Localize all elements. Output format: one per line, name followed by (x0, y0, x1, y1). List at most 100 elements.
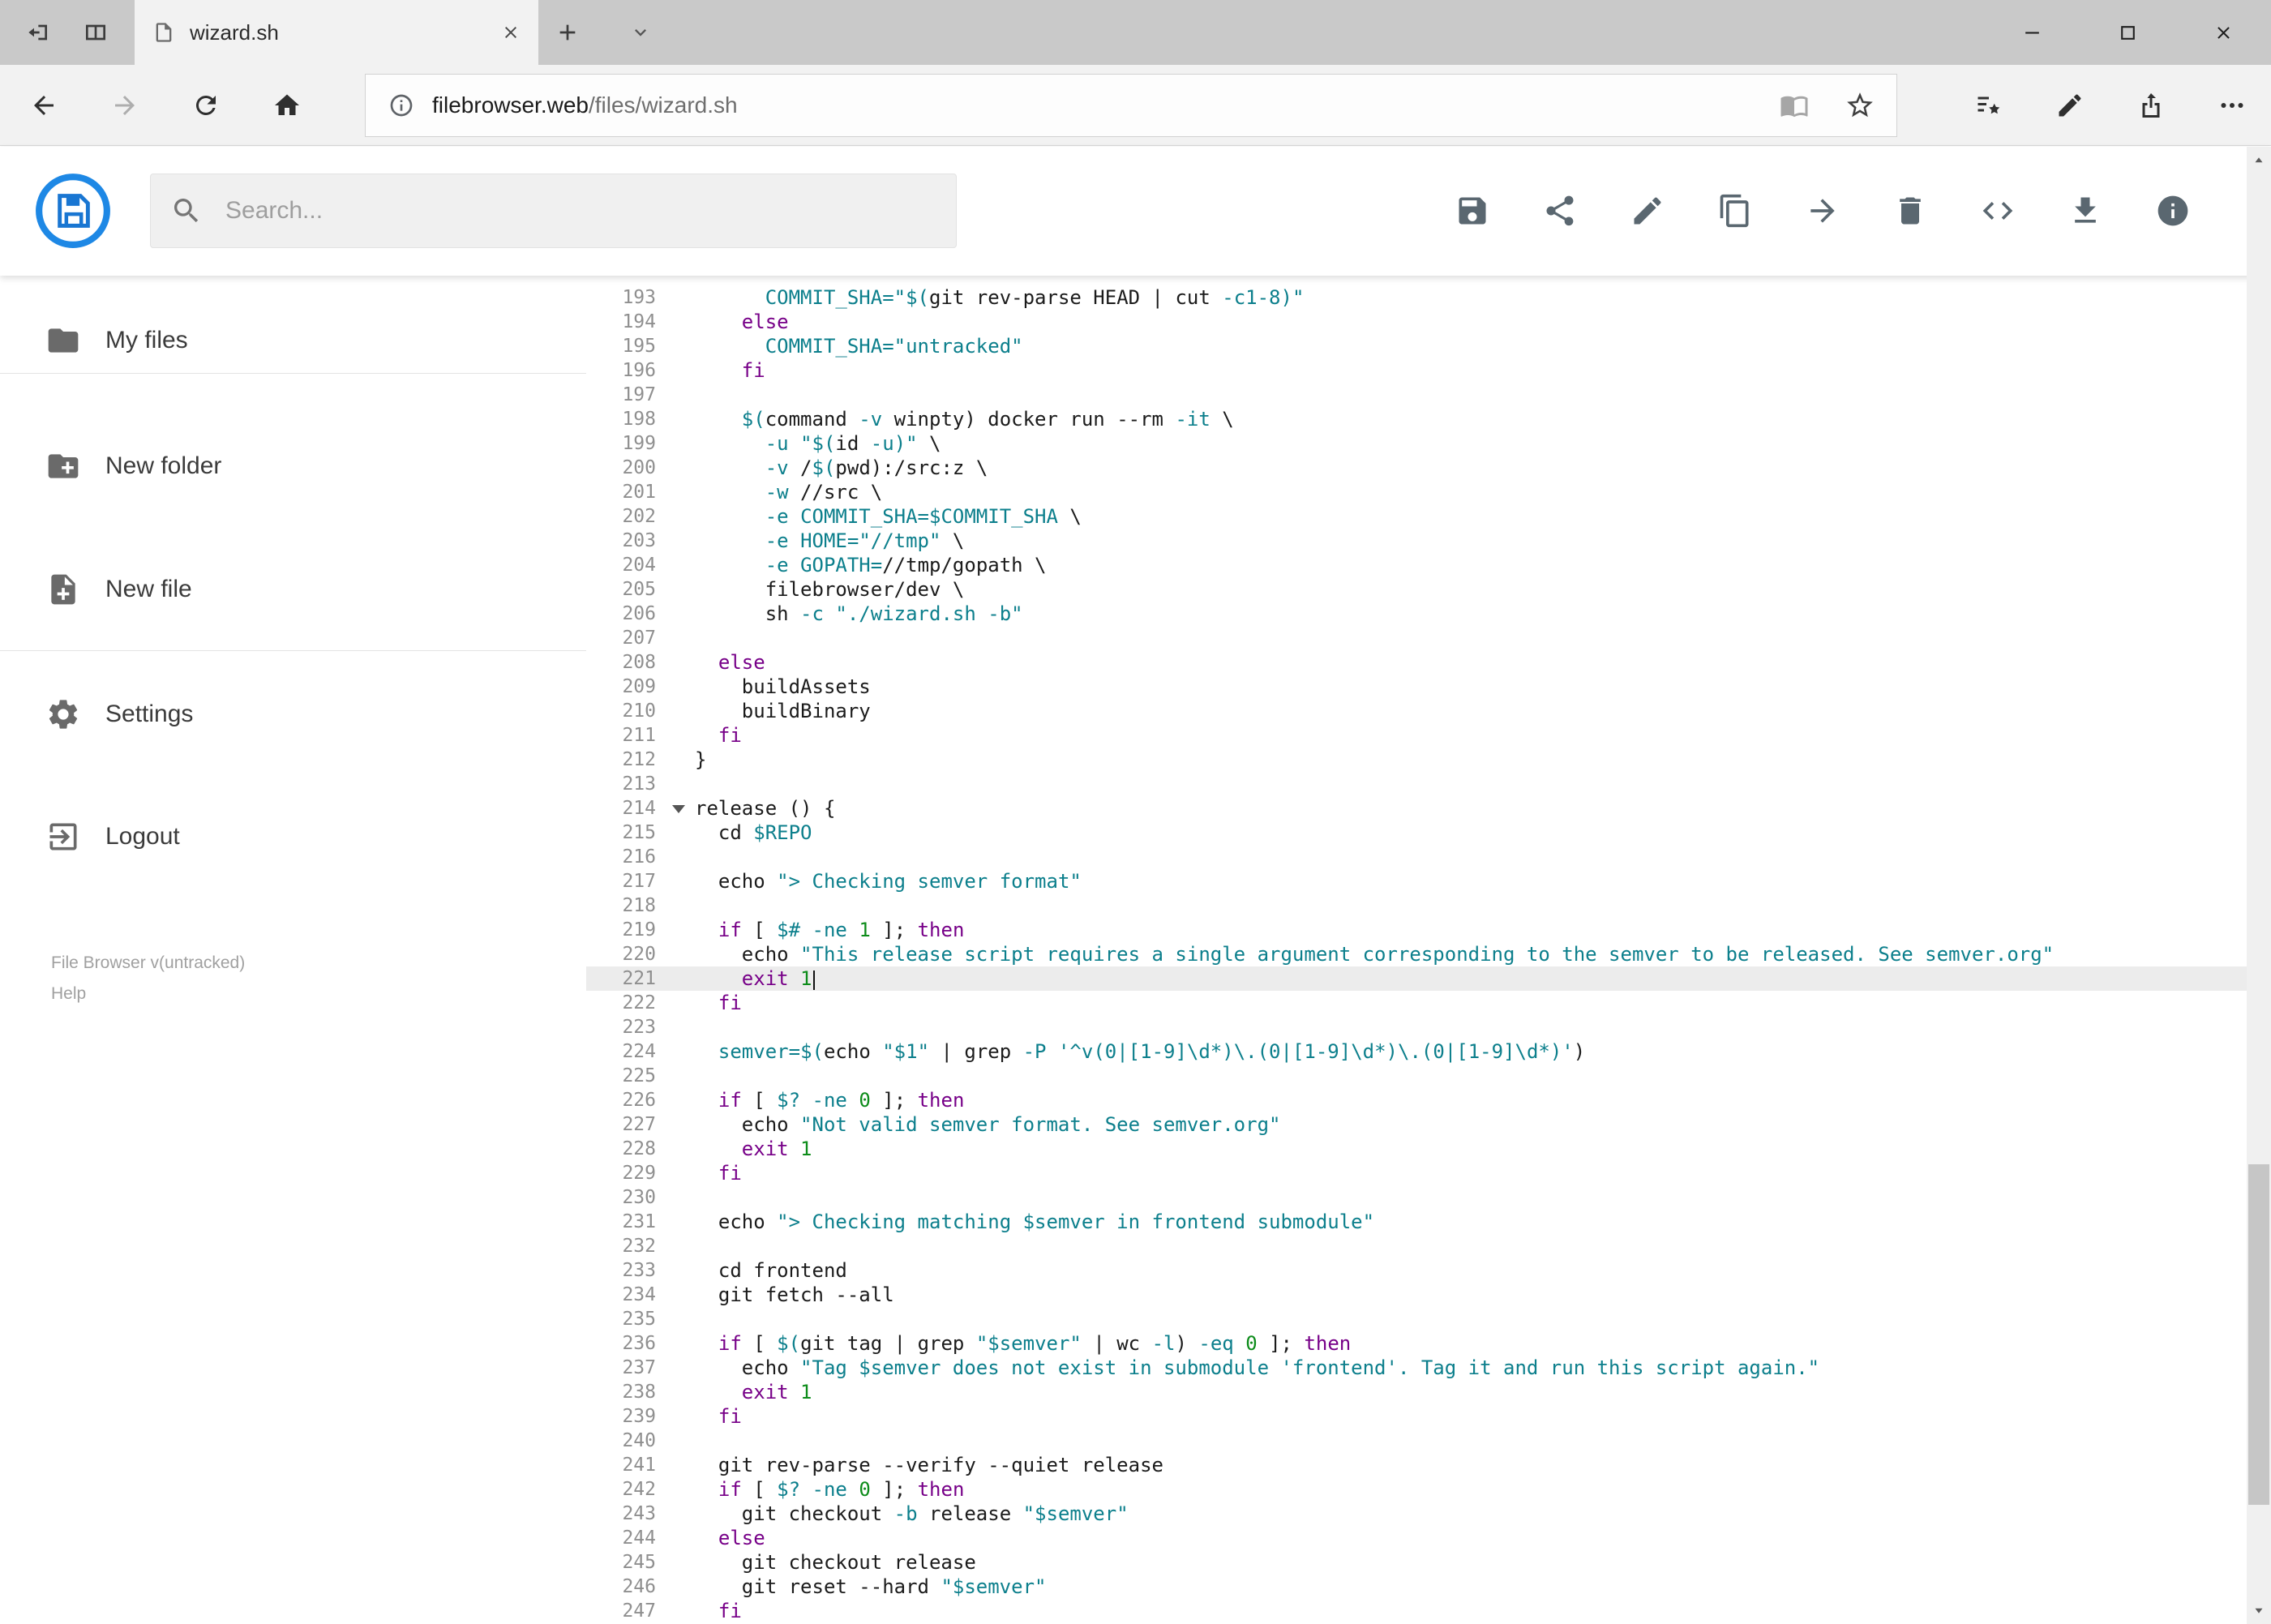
sidebar-item-logout[interactable]: Logout (0, 806, 586, 868)
code-line[interactable]: 213 (586, 772, 2247, 796)
rename-button[interactable] (1630, 193, 1665, 229)
home-button[interactable] (259, 78, 315, 133)
scrollbar-thumb[interactable] (2248, 1164, 2269, 1505)
site-info-icon[interactable] (388, 92, 414, 118)
code-line[interactable]: 227 echo "Not valid semver format. See s… (586, 1112, 2247, 1137)
code-line[interactable]: 230 (586, 1185, 2247, 1210)
code-line[interactable]: 231 echo "> Checking matching $semver in… (586, 1210, 2247, 1234)
favorites-hub-button[interactable] (1961, 78, 2016, 133)
copy-button[interactable] (1717, 193, 1753, 229)
code-line[interactable]: 211 fi (586, 723, 2247, 748)
help-link[interactable]: Help (51, 984, 245, 1004)
close-button[interactable] (2175, 0, 2271, 65)
code-line[interactable]: 198 $(command -v winpty) docker run --rm… (586, 407, 2247, 431)
code-line[interactable]: 200 -v /$(pwd):/src:z \ (586, 456, 2247, 480)
code-line[interactable]: 220 echo "This release script requires a… (586, 942, 2247, 966)
move-button[interactable] (1805, 193, 1840, 229)
sidebar-item-new-file[interactable]: New file (0, 559, 586, 620)
code-line[interactable]: 228 exit 1 (586, 1137, 2247, 1161)
code-line[interactable]: 218 (586, 893, 2247, 918)
code-line[interactable]: 222 fi (586, 991, 2247, 1015)
code-line[interactable]: 219 if [ $# -ne 1 ]; then (586, 918, 2247, 942)
set-tabs-aside-button[interactable] (18, 13, 57, 52)
code-line[interactable]: 204 -e GOPATH=//tmp/gopath \ (586, 553, 2247, 577)
code-line[interactable]: 225 (586, 1064, 2247, 1088)
code-line[interactable]: 243 git checkout -b release "$semver" (586, 1502, 2247, 1526)
code-line[interactable]: 214 release () { (586, 796, 2247, 821)
save-button[interactable] (1455, 193, 1490, 229)
share-page-button[interactable] (2123, 78, 2179, 133)
code-line[interactable]: 202 -e COMMIT_SHA=$COMMIT_SHA \ (586, 504, 2247, 529)
search-bar[interactable] (150, 174, 957, 248)
code-line[interactable]: 237 echo "Tag $semver does not exist in … (586, 1356, 2247, 1380)
code-line[interactable]: 233 cd frontend (586, 1258, 2247, 1283)
code-line[interactable]: 216 (586, 845, 2247, 869)
code-line[interactable]: 242 if [ $? -ne 0 ]; then (586, 1477, 2247, 1502)
code-line[interactable]: 201 -w //src \ (586, 480, 2247, 504)
minimize-button[interactable] (1984, 0, 2080, 65)
code-line[interactable]: 197 (586, 383, 2247, 407)
code-line[interactable]: 247 fi (586, 1599, 2247, 1623)
maximize-button[interactable] (2080, 0, 2175, 65)
code-line[interactable]: 224 semver=$(echo "$1" | grep -P '^v(0|[… (586, 1039, 2247, 1064)
code-line[interactable]: 235 (586, 1307, 2247, 1331)
code-line[interactable]: 203 -e HOME="//tmp" \ (586, 529, 2247, 553)
tab-previews-button[interactable] (76, 13, 115, 52)
share-button[interactable] (1542, 193, 1578, 229)
tab-preview-toggle[interactable] (621, 13, 660, 52)
code-line[interactable]: 206 sh -c "./wizard.sh -b" (586, 602, 2247, 626)
code-line[interactable]: 232 (586, 1234, 2247, 1258)
code-line[interactable]: 226 if [ $? -ne 0 ]; then (586, 1088, 2247, 1112)
sidebar-item-settings[interactable]: Settings (0, 683, 586, 745)
search-input[interactable] (225, 197, 936, 225)
code-line[interactable]: 195 COMMIT_SHA="untracked" (586, 334, 2247, 358)
code-line[interactable]: 209 buildAssets (586, 675, 2247, 699)
code-line[interactable]: 223 (586, 1015, 2247, 1039)
code-line[interactable]: 208 else (586, 650, 2247, 675)
code-line[interactable]: 241 git rev-parse --verify --quiet relea… (586, 1453, 2247, 1477)
code-line[interactable]: 193 COMMIT_SHA="$(git rev-parse HEAD | c… (586, 285, 2247, 310)
browser-tab[interactable]: wizard.sh (135, 0, 538, 65)
back-button[interactable] (16, 78, 71, 133)
code-line[interactable]: 205 filebrowser/dev \ (586, 577, 2247, 602)
code-line[interactable]: 215 cd $REPO (586, 821, 2247, 845)
code-line[interactable]: 240 (586, 1429, 2247, 1453)
new-tab-button[interactable] (548, 13, 587, 52)
raw-view-button[interactable] (1980, 193, 2016, 229)
address-bar[interactable]: filebrowser.web/files/wizard.sh (365, 74, 1897, 137)
web-note-button[interactable] (2042, 78, 2097, 133)
code-line[interactable]: 234 git fetch --all (586, 1283, 2247, 1307)
code-line[interactable]: 244 else (586, 1526, 2247, 1550)
code-line[interactable]: 238 exit 1 (586, 1380, 2247, 1404)
code-line[interactable]: 212} (586, 748, 2247, 772)
add-favorite-icon[interactable] (1845, 90, 1875, 121)
code-line[interactable]: 210 buildBinary (586, 699, 2247, 723)
refresh-button[interactable] (178, 78, 234, 133)
more-options-button[interactable] (2205, 78, 2260, 133)
tab-close-icon[interactable] (501, 23, 521, 42)
delete-button[interactable] (1892, 193, 1928, 229)
code-line[interactable]: 229 fi (586, 1161, 2247, 1185)
scroll-down-button[interactable] (2247, 1596, 2271, 1624)
info-button[interactable] (2155, 193, 2191, 229)
reading-view-icon[interactable] (1780, 91, 1809, 120)
code-line[interactable]: 221 exit 1 (586, 966, 2247, 991)
code-line[interactable]: 217 echo "> Checking semver format" (586, 869, 2247, 893)
page-scrollbar[interactable] (2247, 147, 2271, 1624)
code-line[interactable]: 194 else (586, 310, 2247, 334)
code-editor[interactable]: 193 COMMIT_SHA="$(git rev-parse HEAD | c… (586, 276, 2247, 1624)
code-line[interactable]: 207 (586, 626, 2247, 650)
code-line[interactable]: 236 if [ $(git tag | grep "$semver" | wc… (586, 1331, 2247, 1356)
code-line[interactable]: 245 git checkout release (586, 1550, 2247, 1575)
download-button[interactable] (2067, 193, 2103, 229)
scroll-up-button[interactable] (2247, 147, 2271, 174)
code-line[interactable]: 196 fi (586, 358, 2247, 383)
code-line[interactable]: 199 -u "$(id -u)" \ (586, 431, 2247, 456)
code-line[interactable]: 239 fi (586, 1404, 2247, 1429)
forward-button[interactable] (97, 78, 152, 133)
sidebar-item-my-files[interactable]: My files (0, 310, 586, 371)
code-line[interactable]: 246 git reset --hard "$semver" (586, 1575, 2247, 1599)
filebrowser-logo-icon[interactable] (33, 171, 113, 251)
sidebar-item-new-folder[interactable]: New folder (0, 435, 586, 497)
fold-marker-icon[interactable] (672, 805, 685, 813)
